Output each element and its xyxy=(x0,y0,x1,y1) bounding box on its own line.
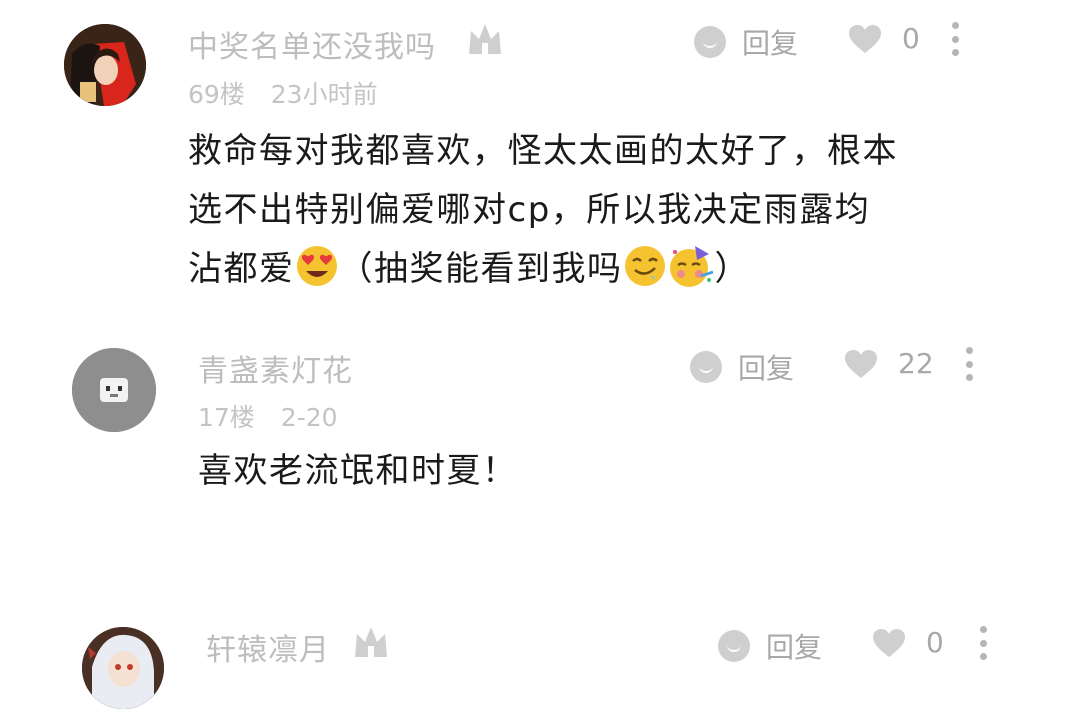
floor-number: 17楼 xyxy=(198,403,255,432)
heart-eyes-emoji-icon xyxy=(296,246,337,286)
like-button[interactable]: 22 xyxy=(844,347,934,380)
like-count: 0 xyxy=(926,626,944,659)
reply-label: 回复 xyxy=(738,352,795,385)
like-count: 22 xyxy=(898,347,934,380)
reply-button[interactable]: 回复 xyxy=(718,626,822,666)
comment-content: 救命每对我都喜欢，怪太太画的太好了，根本 选不出特别偏爱哪对cp，所以我决定雨露… xyxy=(188,122,898,299)
username[interactable]: 轩辕凛月 xyxy=(206,625,330,669)
reply-button[interactable]: 回复 xyxy=(694,22,798,62)
timestamp: 23小时前 xyxy=(270,80,378,109)
comment-meta: 69楼 23小时前 xyxy=(188,75,378,111)
reply-label: 回复 xyxy=(742,27,799,60)
heart-icon xyxy=(873,628,905,657)
content-text: 沾都爱 xyxy=(188,249,295,289)
content-text: ） xyxy=(714,249,750,289)
content-text: （抽奖能看到我吗 xyxy=(338,249,623,289)
partying-face-emoji-icon xyxy=(669,246,713,287)
timestamp: 2-20 xyxy=(280,403,338,432)
like-button[interactable]: 0 xyxy=(848,22,920,55)
more-options-icon[interactable] xyxy=(980,626,988,660)
content-line: 沾都爱 （抽奖能看到我吗 ） xyxy=(188,240,898,299)
username[interactable]: 中奖名单还没我吗 xyxy=(188,22,436,66)
drooling-face-emoji-icon xyxy=(624,246,665,286)
avatar[interactable] xyxy=(72,348,156,432)
content-line: 救命每对我都喜欢，怪太太画的太好了，根本 xyxy=(188,131,898,171)
floor-number: 69楼 xyxy=(188,80,245,109)
comment-bubble-icon xyxy=(694,26,726,58)
reply-button[interactable]: 回复 xyxy=(690,347,794,387)
like-count: 0 xyxy=(902,22,920,55)
comment-bubble-icon xyxy=(690,351,722,383)
content-line: 喜欢老流氓和时夏！ xyxy=(198,451,518,491)
comment-bubble-icon xyxy=(718,630,750,662)
heart-icon xyxy=(845,349,877,378)
comment-content: 喜欢老流氓和时夏！ xyxy=(198,442,518,501)
crown-icon xyxy=(469,24,501,54)
content-line: 选不出特别偏爱哪对cp，所以我决定雨露均 xyxy=(188,190,871,230)
comment-meta: 17楼 2-20 xyxy=(198,398,338,434)
like-button[interactable]: 0 xyxy=(872,626,944,659)
username[interactable]: 青盏素灯花 xyxy=(198,346,353,390)
more-options-icon[interactable] xyxy=(952,22,960,56)
reply-label: 回复 xyxy=(766,631,823,664)
more-options-icon[interactable] xyxy=(966,347,974,381)
avatar[interactable] xyxy=(64,24,146,106)
avatar[interactable] xyxy=(82,627,164,709)
crown-icon xyxy=(355,627,387,657)
heart-icon xyxy=(849,24,881,53)
